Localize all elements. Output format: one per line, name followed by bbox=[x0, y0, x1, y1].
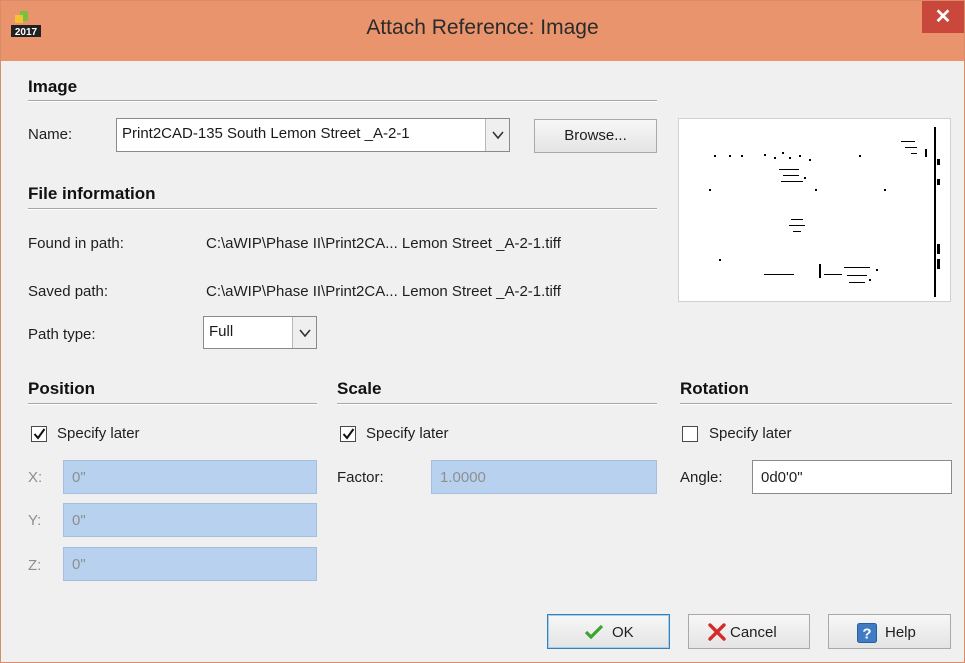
image-preview-thumbnail bbox=[709, 127, 940, 297]
path-type-label: Path type: bbox=[28, 326, 96, 343]
dropdown-arrow-icon bbox=[299, 328, 311, 337]
x-input-value: 0" bbox=[72, 469, 86, 486]
position-section-title: Position bbox=[28, 379, 96, 398]
angle-input[interactable]: 0d0'0" bbox=[752, 460, 952, 494]
rotation-specify-later-checkbox[interactable] bbox=[682, 426, 698, 442]
found-in-path-label: Found in path: bbox=[28, 235, 124, 252]
help-icon: ? bbox=[857, 623, 877, 643]
help-button[interactable]: ? Help bbox=[828, 614, 951, 649]
window-title: Attach Reference: Image bbox=[366, 16, 599, 39]
image-section-title: Image bbox=[28, 77, 78, 96]
position-specify-later-checkbox[interactable] bbox=[31, 426, 47, 442]
rotation-section-title: Rotation bbox=[680, 379, 749, 398]
cancel-x-icon bbox=[708, 623, 726, 641]
help-button-label: Help bbox=[885, 624, 916, 641]
z-input-value: 0" bbox=[72, 556, 86, 573]
y-input-value: 0" bbox=[72, 512, 86, 529]
browse-button[interactable]: Browse... bbox=[534, 119, 657, 153]
title-bar[interactable]: 2017 Attach Reference: Image ✕ bbox=[1, 1, 964, 61]
ok-check-icon bbox=[584, 624, 604, 640]
svg-text:?: ? bbox=[862, 626, 871, 643]
path-type-combobox[interactable]: Full bbox=[203, 316, 317, 349]
dropdown-arrow-icon bbox=[492, 131, 504, 140]
scale-specify-later-label: Specify later bbox=[366, 425, 449, 442]
angle-label: Angle: bbox=[680, 469, 723, 486]
scale-section-title: Scale bbox=[337, 379, 382, 398]
factor-label: Factor: bbox=[337, 469, 384, 486]
path-type-value: Full bbox=[209, 323, 234, 340]
close-icon: ✕ bbox=[934, 6, 952, 28]
rotation-section-divider bbox=[680, 403, 952, 405]
saved-path-value: C:\aWIP\Phase II\Print2CA... Lemon Stree… bbox=[206, 283, 561, 300]
z-label: Z: bbox=[28, 557, 42, 574]
y-label: Y: bbox=[28, 512, 42, 529]
z-input[interactable]: 0" bbox=[63, 547, 317, 581]
position-section-divider bbox=[28, 403, 317, 405]
x-input[interactable]: 0" bbox=[63, 460, 317, 494]
name-combobox-value: Print2CAD-135 South Lemon Street _A-2-1 bbox=[122, 125, 410, 142]
name-label: Name: bbox=[28, 126, 73, 143]
cancel-button[interactable]: Cancel bbox=[688, 614, 810, 649]
position-specify-later-label: Specify later bbox=[57, 425, 140, 442]
scale-specify-later-checkbox[interactable] bbox=[340, 426, 356, 442]
checkmark-icon bbox=[342, 428, 355, 440]
saved-path-label: Saved path: bbox=[28, 283, 109, 300]
path-type-dropdown-button[interactable] bbox=[292, 317, 316, 348]
file-information-title: File information bbox=[28, 184, 156, 203]
checkmark-icon bbox=[33, 428, 46, 440]
ok-button[interactable]: OK bbox=[547, 614, 670, 649]
name-dropdown-button[interactable] bbox=[485, 119, 509, 151]
ok-button-label: OK bbox=[612, 624, 634, 641]
angle-input-value: 0d0'0" bbox=[761, 469, 803, 486]
scale-section-divider bbox=[337, 403, 657, 405]
factor-input[interactable]: 1.0000 bbox=[431, 460, 657, 494]
y-input[interactable]: 0" bbox=[63, 503, 317, 537]
close-button[interactable]: ✕ bbox=[922, 1, 964, 33]
rotation-specify-later-label: Specify later bbox=[709, 425, 792, 442]
cancel-button-label: Cancel bbox=[730, 624, 777, 641]
factor-input-value: 1.0000 bbox=[440, 469, 486, 486]
name-combobox[interactable]: Print2CAD-135 South Lemon Street _A-2-1 bbox=[116, 118, 510, 152]
image-section-divider bbox=[28, 100, 657, 102]
x-label: X: bbox=[28, 469, 43, 486]
found-in-path-value: C:\aWIP\Phase II\Print2CA... Lemon Stree… bbox=[206, 235, 561, 252]
file-information-divider bbox=[28, 208, 657, 210]
attach-image-dialog: 2017 Attach Reference: Image ✕ Image Nam… bbox=[0, 0, 965, 663]
image-preview bbox=[678, 118, 951, 302]
